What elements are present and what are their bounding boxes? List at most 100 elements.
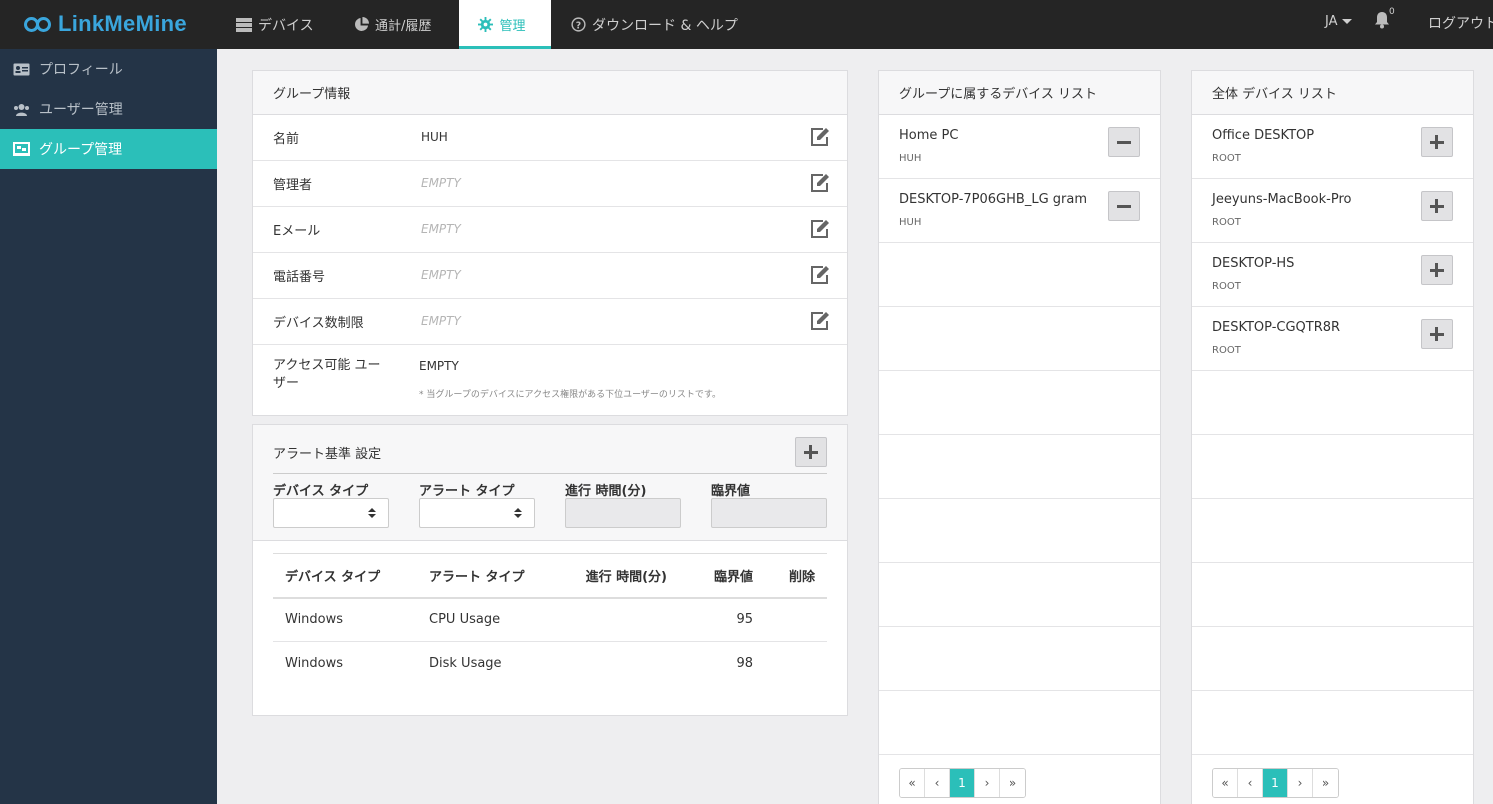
edit-icon[interactable]	[809, 219, 831, 241]
info-row-device-limit: デバイス数制限 EMPTY	[253, 299, 847, 345]
tab-download-help[interactable]: ? ダウンロード & ヘルプ	[571, 0, 738, 49]
logout-link[interactable]: ログアウト	[1428, 13, 1493, 33]
field-label: 名前	[273, 132, 300, 147]
table-cell: 98	[736, 656, 753, 672]
add-device-button[interactable]	[1421, 191, 1453, 221]
add-alert-button[interactable]	[795, 437, 827, 467]
table-cell	[557, 597, 679, 642]
field-label: 電話番号	[273, 270, 326, 285]
panel-title: グループ情報	[253, 71, 847, 115]
field-value: EMPTY	[421, 268, 461, 282]
field-label: アクセス可能 ユーザー	[273, 358, 381, 391]
access-note: * 当グループのデバイスにアクセス権限がある下位ユーザーのリストです。	[419, 390, 722, 400]
group-device-list-panel: グループに属するデバイス リスト Home PC HUH DESKTOP-7P0…	[878, 70, 1161, 804]
next-page-button[interactable]: ›	[1288, 769, 1313, 797]
prev-page-button[interactable]: ‹	[925, 769, 950, 797]
next-page-button[interactable]: ›	[975, 769, 1000, 797]
field-label: Eメール	[273, 224, 321, 239]
duration-input[interactable]	[565, 498, 681, 528]
list-item: Home PC HUH	[879, 115, 1160, 179]
threshold-input[interactable]	[711, 498, 827, 528]
empty-list-slot	[879, 435, 1160, 499]
list-item: Jeeyuns-MacBook-Pro ROOT	[1192, 179, 1473, 243]
info-row-manager: 管理者 EMPTY	[253, 161, 847, 207]
tab-devices-label: デバイス	[258, 17, 314, 34]
sidebar-item-profile[interactable]: プロフィール	[0, 49, 217, 89]
last-page-button[interactable]: »	[1000, 769, 1025, 797]
add-device-button[interactable]	[1421, 127, 1453, 157]
device-group: HUH	[899, 153, 922, 164]
column-header: 進行 時間(分)	[557, 553, 679, 599]
language-dropdown[interactable]: JA	[1325, 14, 1352, 29]
tab-management[interactable]: 管理	[459, 0, 551, 49]
first-page-button[interactable]: «	[900, 769, 925, 797]
svg-text:?: ?	[576, 20, 581, 31]
panel-title: 全体 デバイス リスト	[1192, 71, 1473, 115]
device-name: Home PC	[899, 128, 959, 143]
device-type-select[interactable]	[273, 498, 389, 528]
field-value: EMPTY	[421, 176, 461, 190]
empty-list-slot	[1192, 691, 1473, 755]
table-cell	[557, 642, 679, 686]
logo-text: LinkMeMine	[58, 11, 187, 36]
panel-title: アラート基準 設定	[273, 447, 382, 462]
divider	[273, 473, 827, 474]
last-page-button[interactable]: »	[1313, 769, 1338, 797]
tab-statistics-label: 通計/履歴	[375, 19, 432, 34]
device-group: ROOT	[1212, 217, 1241, 228]
empty-list-slot	[1192, 563, 1473, 627]
info-row-email: Eメール EMPTY	[253, 207, 847, 253]
sort-arrows-icon	[514, 508, 522, 518]
empty-list-slot	[879, 307, 1160, 371]
remove-device-button[interactable]	[1108, 191, 1140, 221]
edit-icon[interactable]	[809, 127, 831, 149]
device-group: ROOT	[1212, 345, 1241, 356]
empty-list-slot	[1192, 499, 1473, 563]
column-header: デバイス タイプ	[273, 553, 417, 599]
top-navbar: LinkMeMine デバイス 通計/履歴 管理 ? ダウンロード & ヘルプ …	[0, 0, 1493, 49]
table-cell	[765, 642, 827, 686]
notification-count: 0	[1389, 7, 1395, 17]
device-group: HUH	[899, 217, 922, 228]
add-device-button[interactable]	[1421, 255, 1453, 285]
users-icon	[12, 103, 30, 116]
duration-label: 進行 時間(分)	[565, 484, 647, 499]
page-button-current[interactable]: 1	[950, 769, 975, 797]
logo[interactable]: LinkMeMine	[24, 10, 187, 38]
panel-title: グループに属するデバイス リスト	[879, 71, 1160, 115]
prev-page-button[interactable]: ‹	[1238, 769, 1263, 797]
list-item: Office DESKTOP ROOT	[1192, 115, 1473, 179]
page-button-current[interactable]: 1	[1263, 769, 1288, 797]
column-header: アラート タイプ	[417, 553, 557, 599]
sidebar: プロフィール ユーザー管理 グループ管理	[0, 49, 217, 804]
tab-devices[interactable]: デバイス	[236, 0, 314, 49]
table-cell: Disk Usage	[429, 656, 502, 672]
first-page-button[interactable]: «	[1213, 769, 1238, 797]
field-value: EMPTY	[421, 314, 461, 328]
alert-type-select[interactable]	[419, 498, 535, 528]
empty-list-slot	[879, 371, 1160, 435]
alert-filter-area: アラート基準 設定 デバイス タイプ アラート タイプ 進行 時間(分) 臨界値	[253, 425, 847, 541]
list-item: DESKTOP-7P06GHB_LG gram HUH	[879, 179, 1160, 243]
field-value: EMPTY	[419, 359, 459, 373]
edit-icon[interactable]	[809, 311, 831, 333]
gear-icon	[478, 17, 494, 32]
tab-management-label: 管理	[499, 19, 526, 34]
table-cell: Windows	[273, 597, 417, 642]
field-label: 管理者	[273, 178, 313, 193]
help-circle-icon: ?	[571, 17, 586, 32]
edit-icon[interactable]	[809, 173, 831, 195]
add-device-button[interactable]	[1421, 319, 1453, 349]
table-row: Windows Disk Usage 98	[273, 642, 827, 686]
list-item: DESKTOP-HS ROOT	[1192, 243, 1473, 307]
device-group: ROOT	[1212, 281, 1241, 292]
remove-device-button[interactable]	[1108, 127, 1140, 157]
sidebar-item-groups[interactable]: グループ管理	[0, 129, 217, 169]
list-item: DESKTOP-CGQTR8R ROOT	[1192, 307, 1473, 371]
empty-list-slot	[1192, 627, 1473, 691]
edit-icon[interactable]	[809, 265, 831, 287]
sidebar-item-users[interactable]: ユーザー管理	[0, 89, 217, 129]
tab-statistics[interactable]: 通計/履歴	[354, 0, 431, 49]
table-cell: 95	[679, 597, 765, 642]
sidebar-item-label: プロフィール	[39, 62, 123, 78]
